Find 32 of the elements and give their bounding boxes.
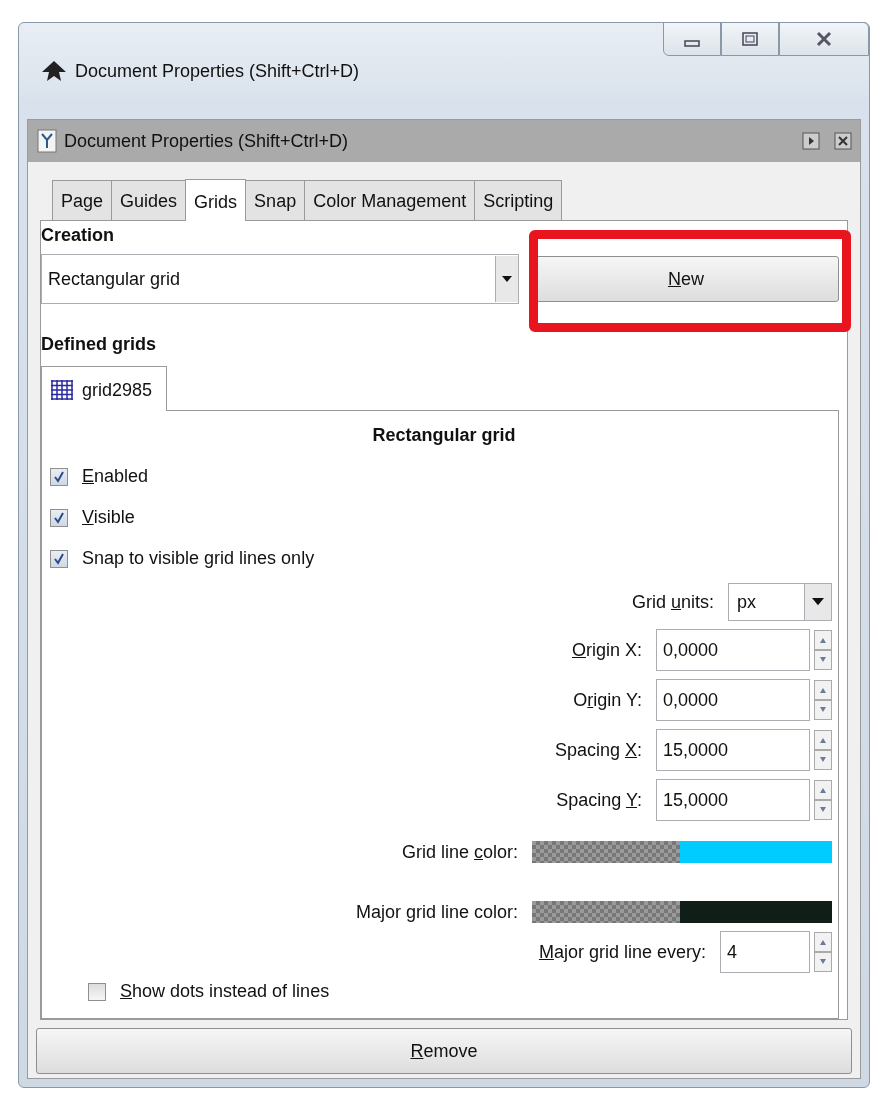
grid-tab[interactable]: grid2985 xyxy=(41,366,168,411)
remove-button[interactable]: Remove xyxy=(36,1028,852,1074)
tab[interactable]: Color Management xyxy=(304,180,476,220)
panel-title: Document Properties (Shift+Ctrl+D) xyxy=(64,130,350,152)
field-label: Major grid line every: xyxy=(538,941,706,963)
tab[interactable]: Page xyxy=(52,180,113,220)
tab[interactable]: Snap xyxy=(245,180,306,220)
field-label: Major grid line color: xyxy=(355,901,518,923)
field-label: Grid line color: xyxy=(401,841,518,863)
units-dropdown[interactable]: px xyxy=(728,583,832,621)
checkbox-label: Show dots instead of lines xyxy=(120,981,330,1002)
grid-type-dropdown[interactable]: Rectangular grid xyxy=(41,254,519,304)
section-heading: Defined grids xyxy=(41,334,157,355)
checkbox-label: Enabled xyxy=(82,466,149,487)
number-field[interactable]: 0,0000 xyxy=(656,679,810,721)
number-field[interactable]: 0,0000 xyxy=(656,629,810,671)
field-label: Origin X: xyxy=(571,639,642,661)
checkbox-label: Visible xyxy=(82,507,135,528)
field-label: Origin Y: xyxy=(573,689,642,711)
section-heading: Creation xyxy=(41,225,115,246)
checkbox-label: Snap to visible grid lines only xyxy=(82,548,315,569)
number-field[interactable]: 4 xyxy=(720,931,810,973)
window-title: Document Properties (Shift+Ctrl+D) xyxy=(75,60,360,82)
field-label: Spacing X: xyxy=(554,739,642,761)
number-field[interactable]: 15,0000 xyxy=(656,729,810,771)
tab[interactable]: Grids xyxy=(185,179,247,221)
number-field[interactable]: 15,0000 xyxy=(656,779,810,821)
tab[interactable]: Guides xyxy=(111,180,187,220)
field-label: Spacing Y: xyxy=(556,789,642,811)
field-label: Grid units: xyxy=(631,591,714,613)
grid-heading: Rectangular grid xyxy=(372,425,516,446)
tab[interactable]: Scripting xyxy=(474,180,563,220)
